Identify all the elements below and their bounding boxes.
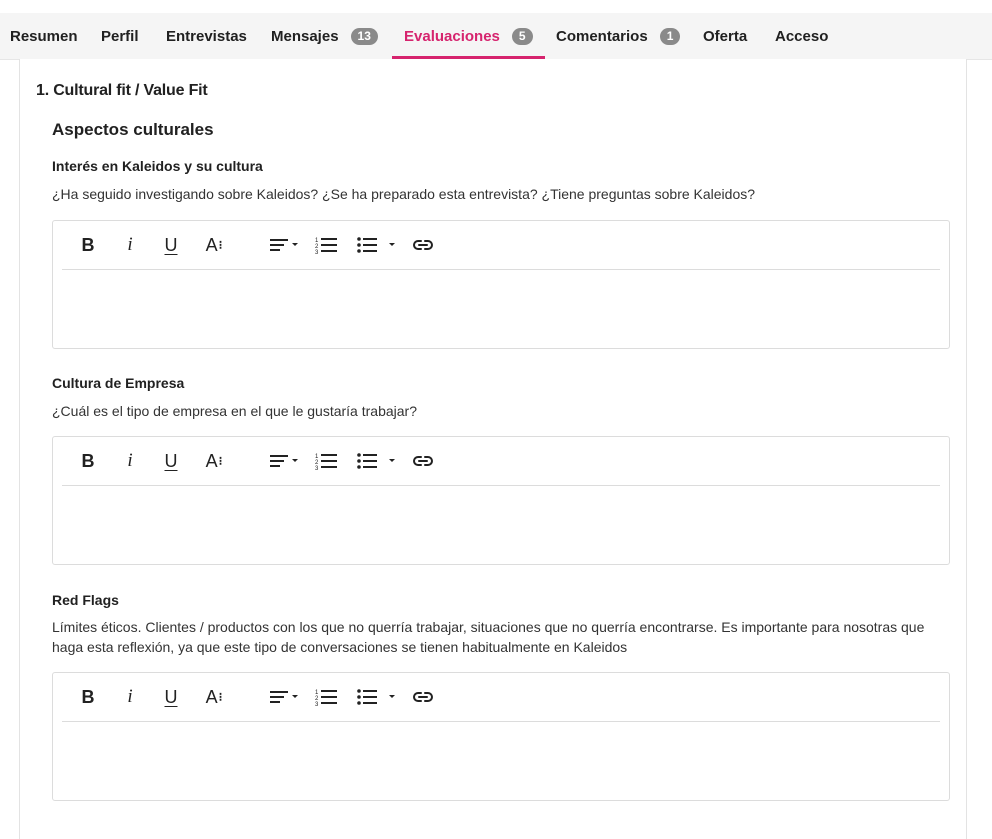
- bullet-list-dropdown[interactable]: [356, 685, 398, 709]
- rich-text-editor: B i U A ⁝ 123: [52, 672, 950, 801]
- ordered-list-icon: 123: [315, 238, 337, 256]
- editor-toolbar: B i U A ⁝ 123: [62, 437, 940, 486]
- svg-text:3: 3: [315, 702, 319, 708]
- font-size-letter: A: [205, 234, 218, 255]
- tab-label: Resumen: [10, 27, 78, 45]
- link-icon: [413, 692, 433, 702]
- underline-button[interactable]: U: [161, 233, 181, 257]
- bold-button[interactable]: B: [78, 685, 98, 709]
- ordered-list-button[interactable]: 123: [314, 449, 338, 473]
- tab-label: Acceso: [775, 27, 829, 45]
- question-title: Interés en Kaleidos y su cultura: [52, 158, 263, 174]
- editor-toolbar: B i U A ⁝ 123: [62, 673, 940, 722]
- editor-content[interactable]: [53, 486, 949, 564]
- italic-button[interactable]: i: [120, 685, 140, 709]
- editor-toolbar: B i U A ⁝ 123: [62, 221, 940, 270]
- bullet-list-dropdown[interactable]: [356, 449, 398, 473]
- bullet-list-dropdown[interactable]: [356, 233, 398, 257]
- question-description: ¿Ha seguido investigando sobre Kaleidos?…: [52, 186, 756, 202]
- editor-content[interactable]: [53, 270, 949, 348]
- bullet-list-icon: [357, 689, 395, 705]
- bullet-list-icon: [357, 237, 395, 253]
- tab-label: Mensajes: [271, 27, 339, 45]
- link-button[interactable]: [411, 685, 435, 709]
- ordered-list-icon: 123: [315, 690, 337, 708]
- tab-perfil[interactable]: Perfil: [101, 13, 139, 59]
- bold-button[interactable]: B: [78, 449, 98, 473]
- rich-text-editor: B i U A ⁝ 123: [52, 436, 950, 565]
- editor-content[interactable]: [53, 722, 949, 800]
- tab-resumen[interactable]: Resumen: [10, 13, 78, 59]
- subsection-title: Aspectos culturales: [52, 120, 214, 139]
- align-dropdown[interactable]: [268, 449, 302, 473]
- underline-button[interactable]: U: [161, 685, 181, 709]
- font-size-glyph: ⁝: [218, 454, 223, 468]
- font-size-button[interactable]: A ⁝: [202, 233, 226, 257]
- tab-label: Perfil: [101, 27, 139, 45]
- italic-button[interactable]: i: [120, 449, 140, 473]
- align-dropdown[interactable]: [268, 685, 302, 709]
- link-button[interactable]: [411, 449, 435, 473]
- tab-label: Entrevistas: [166, 27, 247, 45]
- svg-text:3: 3: [315, 466, 319, 472]
- tab-oferta[interactable]: Oferta: [703, 13, 747, 59]
- align-icon: [270, 239, 298, 251]
- align-dropdown[interactable]: [268, 233, 302, 257]
- font-size-glyph: ⁝: [218, 690, 223, 704]
- tab-label: Evaluaciones: [404, 27, 500, 45]
- font-size-button[interactable]: A ⁝: [202, 449, 226, 473]
- tab-label: Comentarios: [556, 27, 648, 45]
- question-description: ¿Cuál es el tipo de empresa en el que le…: [52, 403, 417, 419]
- align-icon: [270, 691, 298, 703]
- bold-button[interactable]: B: [78, 233, 98, 257]
- tab-label: Oferta: [703, 27, 748, 45]
- tab-evaluaciones[interactable]: Evaluaciones 5: [392, 13, 545, 59]
- tab-mensajes[interactable]: Mensajes 13: [271, 13, 378, 59]
- tab-entrevistas[interactable]: Entrevistas: [166, 13, 247, 59]
- tab-acceso[interactable]: Acceso: [775, 13, 828, 59]
- count-badge: 1: [659, 27, 681, 45]
- section-title: 1. Cultural fit / Value Fit: [36, 82, 208, 99]
- ordered-list-icon: 123: [315, 454, 337, 472]
- question-title: Red Flags: [52, 592, 119, 608]
- link-button[interactable]: [411, 233, 435, 257]
- font-size-letter: A: [205, 686, 218, 707]
- font-size-glyph: ⁝: [218, 238, 223, 252]
- question-description: Límites éticos. Clientes / productos con…: [52, 619, 925, 655]
- italic-button[interactable]: i: [120, 233, 140, 257]
- font-size-letter: A: [205, 450, 218, 471]
- font-size-button[interactable]: A ⁝: [202, 685, 226, 709]
- tab-bar: Resumen Perfil Entrevistas Mensajes 13 Ev…: [0, 13, 992, 60]
- underline-button[interactable]: U: [161, 449, 181, 473]
- svg-text:3: 3: [315, 250, 319, 256]
- rich-text-editor: B i U A ⁝ 123: [52, 220, 950, 349]
- question-title: Cultura de Empresa: [52, 375, 185, 391]
- ordered-list-button[interactable]: 123: [314, 685, 338, 709]
- count-badge: 5: [511, 27, 533, 45]
- bullet-list-icon: [357, 453, 395, 469]
- link-icon: [413, 456, 433, 466]
- tab-comentarios[interactable]: Comentarios 1: [556, 13, 681, 59]
- link-icon: [413, 240, 433, 250]
- align-icon: [270, 455, 298, 467]
- ordered-list-button[interactable]: 123: [314, 233, 338, 257]
- count-badge: 13: [350, 27, 378, 45]
